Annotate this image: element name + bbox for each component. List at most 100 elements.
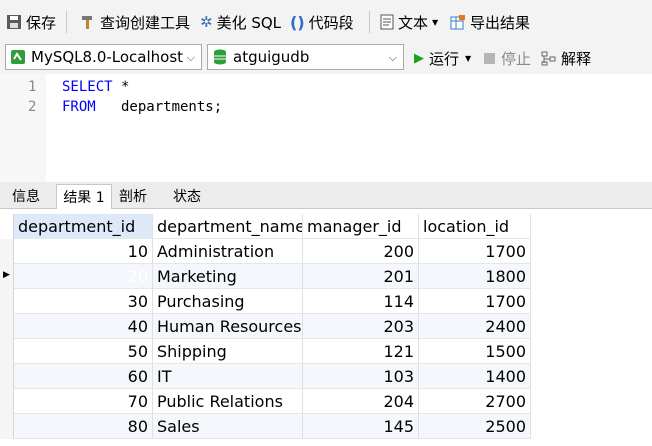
cell-department-name[interactable]: Human Resources: [153, 314, 303, 339]
cell-department-name[interactable]: Administration: [153, 239, 303, 264]
text-label: 文本: [398, 13, 429, 32]
explain-button[interactable]: 解释: [541, 45, 591, 71]
cell-location-id[interactable]: 1700: [419, 289, 531, 314]
cell-department-id[interactable]: 30: [14, 289, 153, 314]
current-row-icon: ▶: [3, 270, 10, 280]
export-results-label: 导出结果: [470, 13, 531, 32]
text-button[interactable]: 文本 ▼: [380, 9, 438, 35]
table-row[interactable]: 40 Human Resources 203 2400: [0, 314, 652, 339]
line-number-gutter: [0, 74, 46, 182]
document-icon: [380, 14, 394, 30]
line-number: 2: [28, 99, 37, 115]
code-snippet-button[interactable]: () 代码段: [290, 9, 354, 35]
beautify-sql-button[interactable]: ✲ 美化 SQL: [200, 9, 281, 35]
connection-icon: [11, 50, 25, 64]
column-header-department-name[interactable]: department_name: [153, 214, 303, 239]
cell-department-id[interactable]: 10: [14, 239, 153, 264]
cell-department-name[interactable]: Purchasing: [153, 289, 303, 314]
run-label: 运行: [429, 49, 460, 68]
table-row[interactable]: 70 Public Relations 204 2700: [0, 389, 652, 414]
sql-text: departments;: [95, 99, 223, 115]
cell-manager-id[interactable]: 121: [303, 339, 419, 364]
column-header-location-id[interactable]: location_id: [419, 214, 531, 239]
chevron-down-icon: ⌵: [186, 51, 195, 64]
cell-manager-id[interactable]: 204: [303, 389, 419, 414]
row-selector[interactable]: ▶: [0, 264, 14, 289]
stop-button[interactable]: 停止: [484, 45, 531, 71]
cell-manager-id[interactable]: 145: [303, 414, 419, 439]
code-snippet-label: 代码段: [308, 13, 354, 32]
cell-location-id[interactable]: 1400: [419, 364, 531, 389]
tab-result-1[interactable]: 结果 1: [56, 184, 112, 209]
connection-value: MySQL8.0-Localhost: [31, 48, 184, 66]
cell-manager-id[interactable]: 114: [303, 289, 419, 314]
cell-department-id[interactable]: 40: [14, 314, 153, 339]
table-row[interactable]: 30 Purchasing 114 1700: [0, 289, 652, 314]
cell-manager-id[interactable]: 201: [303, 264, 419, 289]
row-selector[interactable]: [0, 289, 14, 314]
sql-editor[interactable]: 1 SELECT * 2 FROM departments;: [0, 74, 652, 182]
separator: [66, 11, 67, 33]
chevron-down-icon: ▼: [432, 17, 439, 27]
run-button[interactable]: ▶ 运行 ▼: [414, 45, 471, 71]
export-grid-icon: [450, 15, 465, 30]
row-selector[interactable]: [0, 389, 14, 414]
stop-icon: [484, 52, 495, 64]
connection-select[interactable]: MySQL8.0-Localhost ⌵: [5, 44, 202, 70]
cell-location-id[interactable]: 1800: [419, 264, 531, 289]
row-selector[interactable]: [0, 414, 14, 439]
table-row[interactable]: ▶ 20 Marketing 201 1800: [0, 264, 652, 289]
table-header-row: department_id department_name manager_id…: [0, 214, 652, 239]
cell-department-id[interactable]: 20: [14, 264, 153, 289]
row-selector[interactable]: [0, 239, 14, 264]
cell-department-name[interactable]: Sales: [153, 414, 303, 439]
cell-location-id[interactable]: 1500: [419, 339, 531, 364]
cell-department-id[interactable]: 80: [14, 414, 153, 439]
row-selector[interactable]: [0, 364, 14, 389]
cell-location-id[interactable]: 2500: [419, 414, 531, 439]
save-label: 保存: [26, 13, 57, 32]
column-header-manager-id[interactable]: manager_id: [303, 214, 419, 239]
cell-department-id[interactable]: 50: [14, 339, 153, 364]
separator: [369, 11, 370, 33]
chevron-down-icon: ⌵: [388, 51, 397, 64]
query-builder-label: 查询创建工具: [100, 13, 191, 32]
result-grid[interactable]: department_id department_name manager_id…: [0, 214, 652, 446]
tab-info[interactable]: 信息: [4, 184, 48, 208]
row-selector[interactable]: [0, 339, 14, 364]
sql-text: *: [112, 79, 130, 95]
code-line[interactable]: FROM departments;: [62, 99, 222, 115]
cell-location-id[interactable]: 2400: [419, 314, 531, 339]
database-select[interactable]: atguigudb ⌵: [207, 44, 404, 70]
code-line[interactable]: SELECT *: [62, 79, 129, 95]
beautify-sql-label: 美化 SQL: [216, 13, 282, 32]
cell-department-name[interactable]: Shipping: [153, 339, 303, 364]
tab-profile[interactable]: 剖析: [114, 184, 152, 208]
cell-department-id[interactable]: 60: [14, 364, 153, 389]
table-row[interactable]: 10 Administration 200 1700: [0, 239, 652, 264]
save-button[interactable]: 保存: [6, 9, 56, 35]
table-row[interactable]: 50 Shipping 121 1500: [0, 339, 652, 364]
query-builder-button[interactable]: 查询创建工具: [80, 9, 190, 35]
row-selector[interactable]: [0, 314, 14, 339]
main-toolbar: 保存 查询创建工具 ✲ 美化 SQL () 代码段 文本 ▼ 导出结果: [0, 0, 652, 42]
cell-department-name[interactable]: Marketing: [153, 264, 303, 289]
database-value: atguigudb: [233, 48, 310, 66]
cell-department-id[interactable]: 70: [14, 389, 153, 414]
cell-location-id[interactable]: 1700: [419, 239, 531, 264]
table-row[interactable]: 80 Sales 145 2500: [0, 414, 652, 439]
stop-label: 停止: [501, 49, 532, 68]
cell-department-name[interactable]: Public Relations: [153, 389, 303, 414]
table-row[interactable]: 60 IT 103 1400: [0, 364, 652, 389]
cell-manager-id[interactable]: 203: [303, 314, 419, 339]
cell-location-id[interactable]: 2700: [419, 389, 531, 414]
cell-manager-id[interactable]: 200: [303, 239, 419, 264]
column-header-department-id[interactable]: department_id: [14, 214, 153, 239]
export-results-button[interactable]: 导出结果: [450, 9, 530, 35]
sql-keyword: FROM: [62, 99, 96, 115]
tab-status[interactable]: 状态: [166, 184, 208, 208]
cell-manager-id[interactable]: 103: [303, 364, 419, 389]
save-icon: [7, 15, 21, 29]
cell-department-name[interactable]: IT: [153, 364, 303, 389]
braces-icon: (): [290, 12, 305, 32]
